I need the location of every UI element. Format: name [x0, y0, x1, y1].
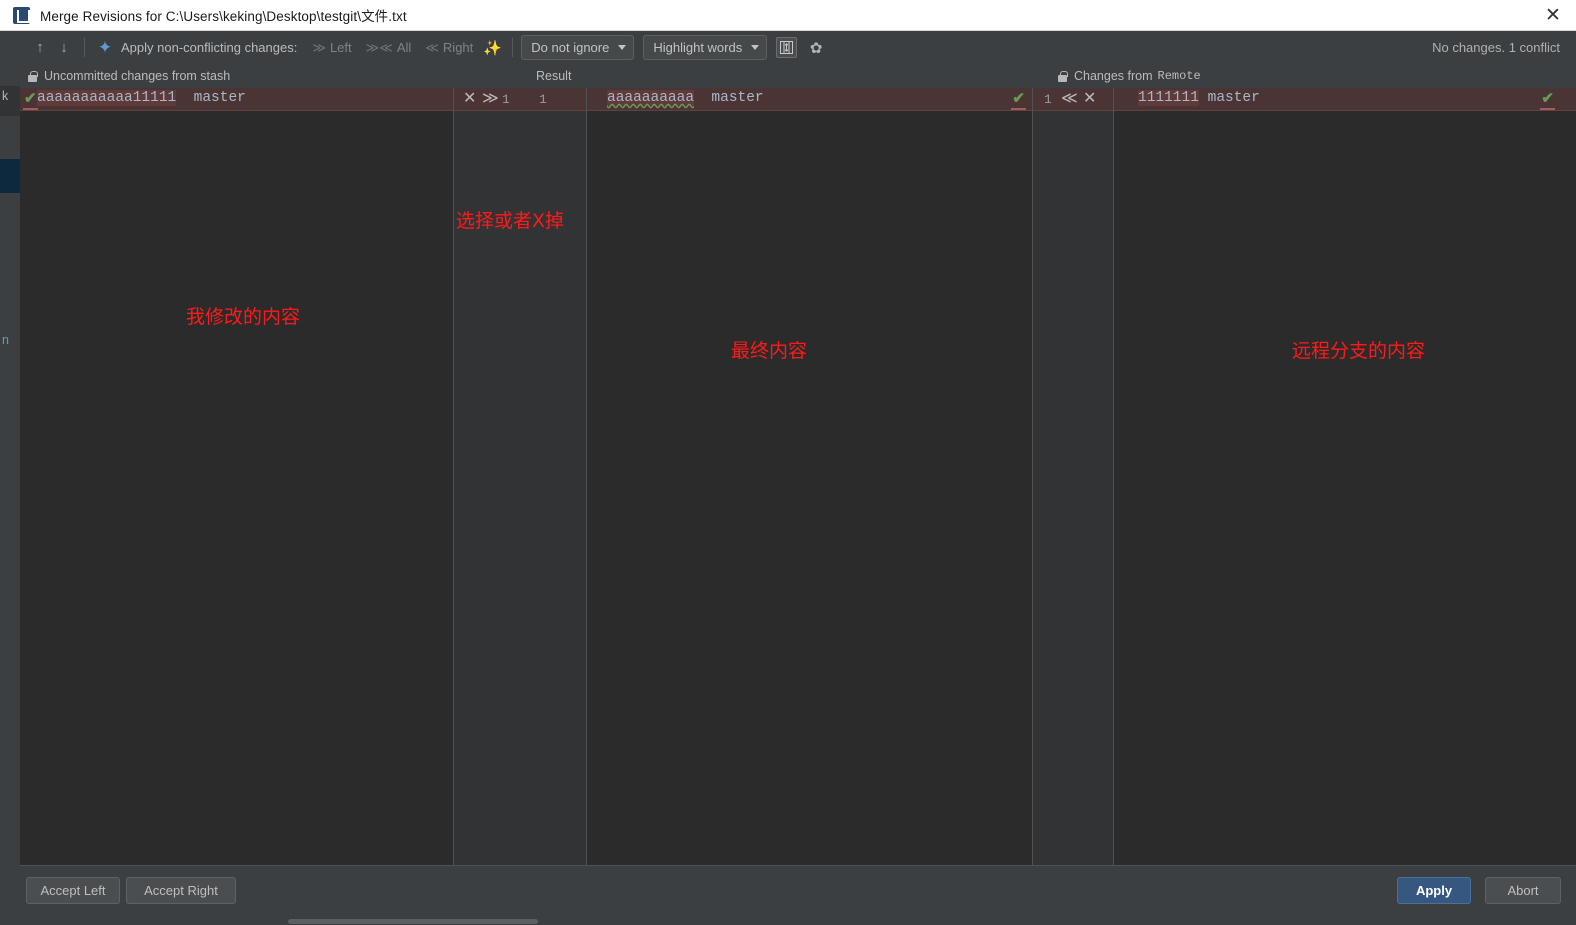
right-pane-header: Changes from Remote — [1058, 64, 1201, 88]
result-pane-header: Result — [536, 64, 571, 88]
apply-left-button[interactable]: ≫ Left — [305, 36, 358, 60]
right-pane-header-label: Changes from — [1074, 69, 1153, 83]
result-conflict-underline — [587, 110, 1033, 111]
left-conflict-underline — [20, 110, 454, 111]
background-text-fragment-top: k — [2, 89, 9, 103]
accept-right-button[interactable]: Accept Right — [126, 877, 236, 904]
background-window-sliver: k n — [0, 31, 20, 925]
left-gutter-underline — [454, 110, 587, 111]
left-gutter-revert-icon[interactable]: ✕ — [463, 91, 476, 107]
collapse-unchanged-icon[interactable] — [776, 37, 798, 58]
gutter-annotation-note: 选择或者X掉 — [456, 210, 565, 232]
result-code-branch: master — [711, 90, 764, 106]
toolbar-separator — [84, 38, 85, 57]
window-title: Merge Revisions for C:\Users\keking\Desk… — [40, 9, 407, 24]
left-gutter-apply-icon[interactable]: ≫ — [482, 91, 499, 107]
merge-revisions-window: Merge Revisions for C:\Users\keking\Desk… — [0, 0, 1576, 925]
result-editor-pane[interactable]: aaaaaaaaaa master ✔ 最终内容 — [587, 88, 1033, 865]
left-gutter-line-to: 1 — [539, 92, 547, 107]
merge-status-text: No changes. 1 conflict — [1432, 40, 1560, 55]
background-selected-row — [0, 159, 20, 193]
right-annotation-note: 远程分支的内容 — [1292, 340, 1426, 362]
magic-resolve-icon[interactable]: ✦ — [93, 36, 117, 60]
left-pane-header: Uncommitted changes from stash — [28, 64, 230, 88]
right-gutter-underline — [1033, 110, 1114, 111]
magic-wand-icon[interactable]: ✨ — [480, 36, 504, 60]
right-gutter-revert-icon[interactable]: ✕ — [1083, 91, 1096, 107]
ignore-policy-select[interactable]: Do not ignore — [521, 35, 635, 60]
chevron-down-icon-2 — [751, 45, 760, 50]
chevrons-right-icon: ≫ — [312, 39, 326, 55]
result-accept-check-icon[interactable]: ✔ — [1011, 91, 1026, 110]
left-code-branch: master — [193, 90, 246, 106]
apply-right-button[interactable]: ≪ Right — [418, 36, 480, 60]
right-editor-pane[interactable]: 1111111 master ✔ 远程分支的内容 — [1114, 88, 1576, 865]
result-code-text: aaaaaaaaaa — [607, 90, 695, 106]
gear-icon[interactable]: ✿ — [805, 37, 827, 59]
apply-all-label: All — [396, 40, 412, 55]
left-annotation-note: 我修改的内容 — [186, 306, 301, 328]
lock-icon — [28, 70, 38, 82]
left-code-text: aaaaaaaaaaa11111 — [37, 90, 177, 106]
title-bar: Merge Revisions for C:\Users\keking\Desk… — [0, 0, 1576, 31]
right-code-branch: master — [1207, 90, 1260, 106]
left-gutter-line-from: 1 — [502, 92, 510, 107]
toolbar: ↑ ↓ ✦ Apply non-conflicting changes: ≫ L… — [20, 31, 1576, 64]
footer-bar: Accept Left Accept Right Apply Abort — [20, 865, 1576, 925]
highlight-policy-select[interactable]: Highlight words — [643, 35, 768, 60]
highlight-policy-value: Highlight words — [653, 40, 743, 55]
right-code-text: 1111111 — [1138, 90, 1199, 106]
chevron-down-icon — [618, 45, 627, 50]
right-gutter-apply-icon[interactable]: ≪ — [1061, 91, 1078, 107]
result-pane-header-label: Result — [536, 69, 572, 83]
background-text-fragment-bottom: n — [2, 333, 9, 347]
right-gutter-line-from: 1 — [1044, 92, 1052, 107]
abort-button[interactable]: Abort — [1485, 877, 1561, 904]
next-difference-button[interactable]: ↓ — [52, 36, 76, 60]
apply-right-label: Right — [442, 40, 474, 55]
horizontal-scrollbar[interactable] — [288, 919, 538, 924]
apply-nonconflicting-label: Apply non-conflicting changes: — [121, 40, 298, 55]
left-code-line: aaaaaaaaaaa11111 master — [37, 90, 246, 106]
apply-all-button[interactable]: ≫≪ All — [359, 36, 419, 60]
left-merge-gutter: ✕ ≫ 1 1 选择或者X掉 — [454, 88, 587, 865]
chevrons-both-icon: ≫≪ — [365, 39, 393, 55]
accept-left-button[interactable]: Accept Left — [26, 877, 120, 904]
merge-editors: ✔ aaaaaaaaaaa11111 master 我修改的内容 ✕ ≫ 1 1… — [20, 88, 1576, 865]
right-code-line: 1111111 master — [1138, 90, 1260, 106]
apply-button[interactable]: Apply — [1397, 877, 1471, 904]
ignore-policy-value: Do not ignore — [531, 40, 610, 55]
toolbar-separator-2 — [512, 38, 514, 57]
lock-icon-2 — [1058, 70, 1068, 82]
result-annotation-note: 最终内容 — [731, 340, 808, 362]
chevrons-left-icon: ≪ — [425, 39, 439, 55]
right-conflict-underline — [1114, 110, 1576, 111]
apply-left-label: Left — [329, 40, 352, 55]
left-pane-header-label: Uncommitted changes from stash — [44, 69, 231, 83]
right-accept-check-icon[interactable]: ✔ — [1540, 91, 1555, 110]
left-editor-pane[interactable]: ✔ aaaaaaaaaaa11111 master 我修改的内容 — [20, 88, 454, 865]
intellij-idea-icon — [13, 6, 30, 24]
close-icon[interactable]: ✕ — [1530, 0, 1576, 31]
right-merge-gutter: 1 ≪ ✕ — [1033, 88, 1114, 865]
result-code-line: aaaaaaaaaa master — [607, 90, 764, 106]
pane-headers: Uncommitted changes from stash Result Ch… — [20, 64, 1576, 88]
right-pane-header-remote: Remote — [1157, 69, 1201, 83]
left-accept-check-icon[interactable]: ✔ — [23, 91, 38, 110]
previous-difference-button[interactable]: ↑ — [28, 36, 52, 60]
